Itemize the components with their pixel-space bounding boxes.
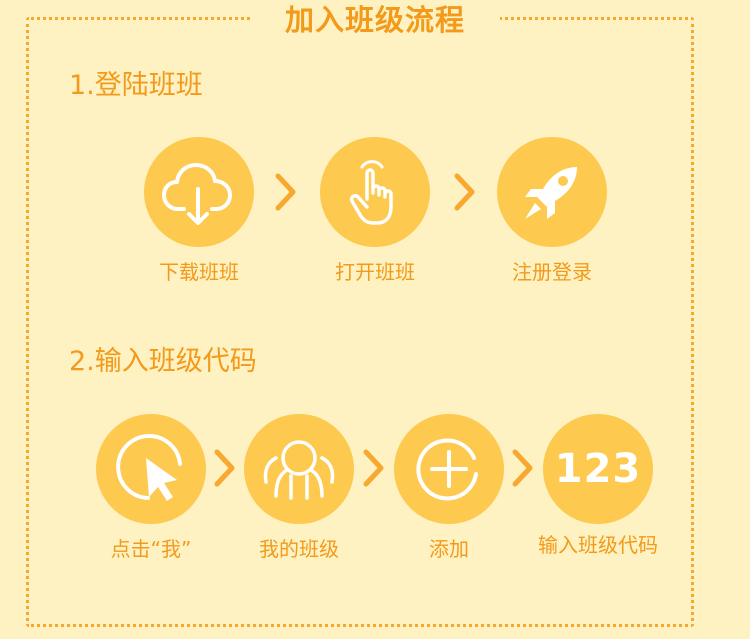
tap-hand-icon	[349, 160, 393, 225]
step-register-button[interactable]	[497, 137, 607, 247]
step-label: 打开班班	[335, 260, 415, 284]
cloud-download-icon	[162, 163, 232, 225]
step-add-button[interactable]	[394, 414, 504, 524]
number-123-icon: 123	[554, 446, 642, 492]
rocket-icon	[525, 167, 577, 219]
step-click-me-button[interactable]	[96, 414, 206, 524]
step-label: 下载班班	[159, 260, 239, 284]
chevron-right-icon	[453, 172, 477, 212]
step-open-button[interactable]	[320, 137, 430, 247]
step-label: 注册登录	[512, 260, 592, 284]
section-title-login: 1.登陆班班	[69, 70, 203, 101]
cursor-click-icon	[116, 434, 182, 501]
step-download-button[interactable]	[144, 137, 254, 247]
page-title: 加入班级流程	[250, 0, 500, 40]
chevron-right-icon	[511, 448, 535, 488]
step-enter-code-button[interactable]: 123	[543, 414, 653, 524]
step-label: 输入班级代码	[538, 533, 658, 557]
chevron-right-icon	[213, 448, 237, 488]
step-label: 点击“我”	[110, 537, 192, 561]
step-label: 我的班级	[259, 537, 339, 561]
people-group-icon	[263, 440, 335, 500]
chevron-right-icon	[362, 448, 386, 488]
step-label: 添加	[429, 537, 469, 561]
step-my-class-button[interactable]	[244, 414, 354, 524]
section-title-enter-code: 2.输入班级代码	[69, 346, 257, 377]
add-circle-icon	[416, 438, 478, 501]
chevron-right-icon	[274, 172, 298, 212]
